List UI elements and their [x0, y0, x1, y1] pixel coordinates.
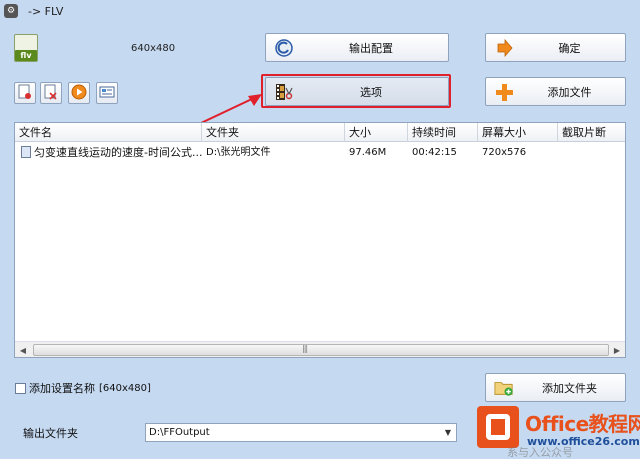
row-clip	[558, 144, 625, 161]
office-logo	[477, 406, 519, 448]
row-screen-size: 720x576	[482, 147, 527, 158]
video-file-icon	[21, 146, 31, 158]
clear-list-button[interactable]	[40, 82, 62, 104]
window-title: -> FLV	[28, 4, 64, 18]
plus-icon	[494, 82, 514, 102]
add-folder-label: 添加文件夹	[542, 381, 597, 395]
remove-file-button[interactable]	[14, 82, 36, 104]
output-config-label: 输出配置	[349, 41, 393, 55]
chevron-down-icon[interactable]: ▼	[440, 424, 456, 441]
column-header-filename[interactable]: 文件名	[15, 123, 202, 142]
arrow-right-icon	[494, 38, 514, 58]
options-button[interactable]: 选项	[265, 77, 449, 106]
settings-disc-icon	[274, 38, 294, 58]
add-setting-name-checkbox[interactable]	[15, 382, 26, 394]
file-list-header: 文件名 文件夹 大小 持续时间 屏幕大小 截取片断	[15, 123, 625, 142]
column-header-screen-size[interactable]: 屏幕大小	[478, 123, 558, 142]
add-folder-button[interactable]: 添加文件夹	[485, 373, 626, 402]
media-info-button[interactable]	[96, 82, 118, 104]
file-list[interactable]: 文件名 文件夹 大小 持续时间 屏幕大小 截取片断 匀变速直线运动的速度-时间公…	[14, 122, 626, 358]
row-size: 97.46M	[349, 147, 387, 158]
folder-add-icon	[494, 378, 514, 398]
app-icon[interactable]: ⚙	[4, 4, 18, 18]
scrollbar-grip-icon: |||	[302, 344, 308, 353]
row-filename: 匀变速直线运动的速度-时间公式...	[17, 144, 202, 161]
film-scissors-icon	[274, 82, 294, 102]
options-label: 选项	[360, 85, 382, 99]
document-clear-icon	[44, 84, 58, 103]
add-file-label: 添加文件	[547, 85, 592, 99]
title-bar: ⚙ -> FLV	[0, 0, 640, 22]
resolution-label: 640x480	[131, 43, 176, 54]
ok-label: 确定	[558, 41, 581, 55]
output-folder-select[interactable]: D:\FFOutput ▼	[145, 423, 457, 442]
play-icon	[71, 84, 87, 103]
column-header-clip[interactable]: 截取片断	[558, 123, 625, 142]
column-header-size[interactable]: 大小	[345, 123, 408, 142]
scrollbar-thumb[interactable]	[33, 344, 609, 356]
horizontal-scrollbar[interactable]: ◀ ||| ▶	[15, 341, 625, 357]
media-info-icon	[99, 85, 115, 102]
scroll-left-icon[interactable]: ◀	[15, 342, 31, 357]
output-folder-label: 输出文件夹	[23, 427, 78, 440]
column-header-duration[interactable]: 持续时间	[408, 123, 478, 142]
add-file-button[interactable]: 添加文件	[485, 77, 626, 106]
column-header-folder[interactable]: 文件夹	[202, 123, 345, 142]
document-remove-icon	[18, 84, 32, 103]
flv-format-icon: flv	[14, 34, 40, 64]
add-setting-name-label: 添加设置名称	[29, 382, 95, 395]
add-setting-name-value: [640x480]	[99, 382, 151, 394]
row-duration: 00:42:15	[412, 147, 457, 158]
watermark-subtitle: 系与入公众号	[507, 446, 573, 459]
ok-button[interactable]: 确定	[485, 33, 626, 62]
watermark-title: Office教程网	[525, 412, 640, 436]
table-row[interactable]: 匀变速直线运动的速度-时间公式... D:\张光明文件 97.46M 00:42…	[15, 144, 625, 161]
play-button[interactable]	[68, 82, 90, 104]
output-config-button[interactable]: 输出配置	[265, 33, 449, 62]
row-folder: D:\张光明文件	[206, 147, 271, 158]
scroll-right-icon[interactable]: ▶	[609, 342, 625, 357]
format-badge: flv	[15, 50, 37, 61]
output-folder-value: D:\FFOutput	[149, 427, 210, 438]
add-setting-name-row: 添加设置名称 [640x480]	[15, 380, 151, 396]
watermark: Office教程网 www.office26.com 系与入公众号	[477, 404, 640, 459]
